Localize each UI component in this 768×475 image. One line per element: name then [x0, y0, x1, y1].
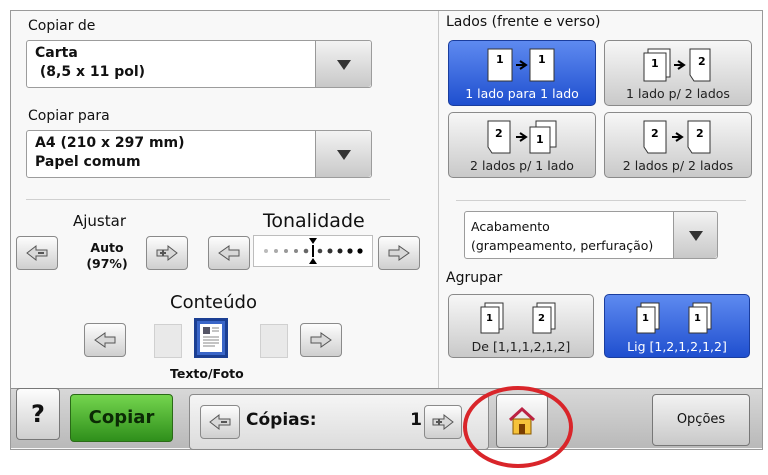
- content-text-thumbnail[interactable]: [154, 324, 182, 358]
- copy-from-dropdown-button[interactable]: [315, 41, 371, 87]
- collate-off-icon: 12: [480, 302, 556, 334]
- help-button[interactable]: ?: [16, 388, 60, 440]
- copies-control: Cópias: 1: [189, 394, 489, 450]
- svg-text:1: 1: [694, 313, 701, 324]
- copy-from-label: Copiar de: [28, 18, 96, 34]
- copy-from-value: Carta (8,5 x 11 pol): [35, 45, 146, 80]
- sides-option-label: 2 lados p/ 1 lado: [470, 158, 574, 173]
- svg-text:1: 1: [642, 313, 649, 324]
- scale-increase-button[interactable]: [146, 236, 188, 270]
- darkness-increase-button[interactable]: [378, 236, 420, 270]
- plus-arrow-icon: [432, 413, 454, 431]
- copies-label: Cópias:: [246, 410, 317, 430]
- darkness-slider[interactable]: [253, 235, 373, 267]
- copy-to-dropdown-button[interactable]: [315, 131, 371, 177]
- scale-value: Auto (97%): [86, 240, 128, 271]
- left-arrow-icon: [94, 332, 116, 348]
- chevron-down-icon: [336, 60, 351, 70]
- highlight-circle: [463, 386, 573, 468]
- darkness-label: Tonalidade: [263, 210, 365, 232]
- scale-decrease-button[interactable]: [16, 236, 58, 270]
- copy-to-select[interactable]: A4 (210 x 297 mm) Papel comum: [26, 130, 372, 178]
- copies-increase-button[interactable]: [424, 405, 462, 439]
- finishing-dropdown-button[interactable]: [673, 212, 717, 258]
- copy-to-value: A4 (210 x 297 mm) Papel comum: [35, 135, 185, 170]
- content-next-button[interactable]: [300, 323, 342, 357]
- svg-text:1: 1: [486, 313, 493, 324]
- copies-value[interactable]: 1: [410, 410, 422, 430]
- svg-text:2: 2: [698, 55, 706, 68]
- copies-decrease-button[interactable]: [200, 405, 240, 439]
- chevron-down-icon: [688, 231, 703, 241]
- finishing-select[interactable]: Acabamento (grampeamento, perfuração): [464, 211, 718, 259]
- svg-text:2: 2: [696, 127, 704, 140]
- collate-option-label: De [1,1,1,2,1,2]: [471, 339, 571, 354]
- chevron-down-icon: [336, 150, 351, 160]
- divider: [456, 200, 746, 201]
- minus-arrow-icon: [209, 413, 231, 431]
- collate-option-label: Lig [1,2,1,2,1,2]: [627, 339, 727, 354]
- divider: [26, 199, 390, 200]
- svg-text:1: 1: [651, 57, 659, 70]
- right-arrow-icon: [310, 332, 332, 348]
- finishing-value: Acabamento (grampeamento, perfuração): [471, 219, 654, 253]
- duplex-1-to-1-icon: 11: [487, 48, 555, 82]
- copy-from-select[interactable]: Carta (8,5 x 11 pol): [26, 40, 372, 88]
- svg-text:2: 2: [651, 127, 659, 140]
- duplex-1-to-2-icon: 12: [643, 48, 711, 82]
- sides-option-2-to-2[interactable]: 22 2 lados p/ 2 lados: [604, 112, 752, 178]
- darkness-decrease-button[interactable]: [208, 236, 250, 270]
- collate-label: Agrupar: [446, 270, 503, 286]
- sides-option-2-to-1[interactable]: 21 2 lados p/ 1 lado: [448, 112, 596, 178]
- copy-to-label: Copiar para: [28, 108, 110, 124]
- content-selected-value: Texto/Foto: [170, 366, 244, 381]
- sides-label: Lados (frente e verso): [446, 14, 601, 30]
- duplex-2-to-2-icon: 22: [643, 120, 711, 154]
- sides-option-1-to-2[interactable]: 12 1 lado p/ 2 lados: [604, 40, 752, 106]
- right-arrow-icon: [388, 245, 410, 261]
- content-previous-button[interactable]: [84, 323, 126, 357]
- left-arrow-icon: [218, 245, 240, 261]
- svg-text:2: 2: [538, 313, 545, 324]
- sides-option-label: 2 lados p/ 2 lados: [622, 158, 734, 173]
- collate-on-icon: 11: [636, 302, 712, 334]
- content-photo-thumbnail[interactable]: [260, 324, 288, 358]
- options-button[interactable]: Opções: [652, 394, 750, 446]
- minus-arrow-icon: [26, 244, 48, 262]
- svg-text:1: 1: [536, 133, 544, 146]
- plus-arrow-icon: [156, 244, 178, 262]
- scale-label: Ajustar: [73, 212, 126, 230]
- content-text-photo-thumbnail[interactable]: [194, 318, 228, 358]
- collate-option-off[interactable]: 12 De [1,1,1,2,1,2]: [448, 294, 594, 358]
- svg-text:1: 1: [496, 53, 504, 66]
- sides-option-1-to-1[interactable]: 11 1 lado para 1 lado: [448, 40, 596, 106]
- copy-button[interactable]: Copiar: [70, 394, 173, 442]
- text-photo-icon: [200, 324, 222, 352]
- darkness-scale-icon: [264, 238, 363, 264]
- sides-option-label: 1 lado p/ 2 lados: [626, 86, 730, 101]
- content-label: Conteúdo: [170, 292, 257, 313]
- collate-option-on[interactable]: 11 Lig [1,2,1,2,1,2]: [604, 294, 750, 358]
- svg-text:2: 2: [495, 127, 503, 140]
- duplex-2-to-1-icon: 21: [487, 120, 557, 154]
- sides-option-label: 1 lado para 1 lado: [465, 86, 579, 101]
- svg-text:1: 1: [538, 53, 546, 66]
